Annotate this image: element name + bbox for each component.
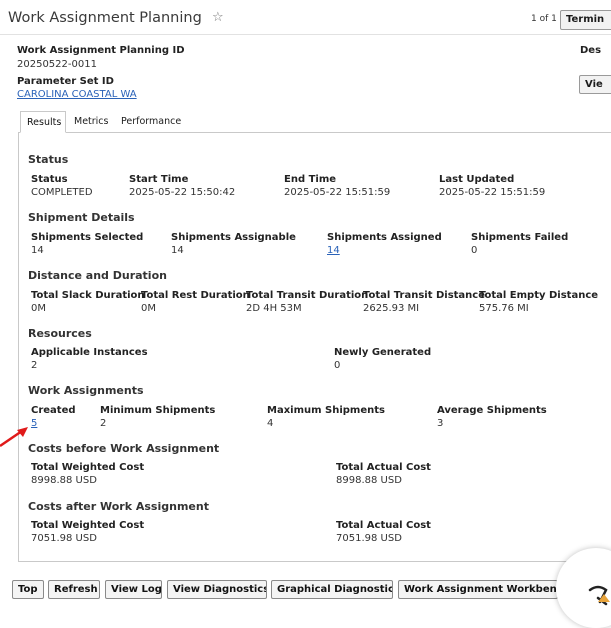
total-transit-duration-label: Total Transit Duration [246,290,369,301]
last-updated-label: Last Updated [439,174,515,185]
before-actual-cost-value: 8998.88 USD [336,475,402,486]
terminate-button[interactable]: Termin [560,10,611,30]
minimum-shipments-value: 2 [100,418,107,429]
after-actual-cost-label: Total Actual Cost [336,520,431,531]
before-weighted-cost-value: 8998.88 USD [31,475,97,486]
shipments-assigned-link[interactable]: 14 [327,245,340,256]
tab-metrics[interactable]: Metrics [74,111,108,133]
applicable-instances-value: 2 [31,360,38,371]
shipments-failed-label: Shipments Failed [471,232,569,243]
total-empty-distance-value: 575.76 MI [479,303,529,314]
resources-heading: Resources [28,327,92,340]
start-time-label: Start Time [129,174,189,185]
page-title: Work Assignment Planning [8,10,202,26]
minimum-shipments-label: Minimum Shipments [100,405,216,416]
end-time-label: End Time [284,174,337,185]
after-weighted-cost-label: Total Weighted Cost [31,520,145,531]
end-time-value: 2025-05-22 15:51:59 [284,187,391,198]
after-actual-cost-value: 7051.98 USD [336,533,402,544]
applicable-instances-label: Applicable Instances [31,347,148,358]
total-rest-duration-value: 0M [141,303,156,314]
tab-results[interactable]: Results [20,111,66,133]
shipment-details-heading: Shipment Details [28,211,135,224]
pager-text: 1 of 1 [531,14,557,24]
description-label: Des [580,45,602,56]
average-shipments-label: Average Shipments [437,405,547,416]
costs-before-heading: Costs before Work Assignment [28,442,220,455]
favorite-star-icon[interactable]: ☆ [212,10,224,25]
header-divider [0,34,611,35]
created-label: Created [31,405,76,416]
start-time-value: 2025-05-22 15:50:42 [129,187,236,198]
status-heading: Status [28,153,69,166]
shipments-failed-value: 0 [471,245,478,256]
wap-id-value: 20250522-0011 [17,59,97,70]
view-diagnostics-button[interactable]: View Diagnostics [167,580,267,599]
shipments-assigned-label: Shipments Assigned [327,232,442,243]
last-updated-value: 2025-05-22 15:51:59 [439,187,546,198]
total-empty-distance-label: Total Empty Distance [479,290,599,301]
view-log-button[interactable]: View Log [105,580,162,599]
before-weighted-cost-label: Total Weighted Cost [31,462,145,473]
tab-performance[interactable]: Performance [121,111,181,133]
shipments-assignable-label: Shipments Assignable [171,232,296,243]
maximum-shipments-label: Maximum Shipments [267,405,385,416]
newly-generated-value: 0 [334,360,341,371]
parameter-set-label: Parameter Set ID [17,76,114,87]
total-transit-duration-value: 2D 4H 53M [246,303,302,314]
maximum-shipments-value: 4 [267,418,274,429]
view-button[interactable]: Vie [579,75,611,94]
assistant-icon [588,585,610,606]
refresh-button[interactable]: Refresh [48,580,100,599]
graphical-diagnostics-button[interactable]: Graphical Diagnostics [271,580,393,599]
total-rest-duration-label: Total Rest Duration [141,290,250,301]
status-value: COMPLETED [31,187,93,198]
shipments-assignable-value: 14 [171,245,184,256]
top-button[interactable]: Top [12,580,44,599]
shipments-selected-label: Shipments Selected [31,232,144,243]
newly-generated-label: Newly Generated [334,347,432,358]
before-actual-cost-label: Total Actual Cost [336,462,431,473]
after-weighted-cost-value: 7051.98 USD [31,533,97,544]
total-slack-duration-label: Total Slack Duration [31,290,145,301]
parameter-set-link[interactable]: CAROLINA COASTAL WA [17,89,137,100]
average-shipments-value: 3 [437,418,444,429]
annotation-arrow-icon [0,427,28,448]
total-slack-duration-value: 0M [31,303,46,314]
work-assignments-heading: Work Assignments [28,384,144,397]
wap-id-label: Work Assignment Planning ID [17,45,185,56]
total-transit-distance-value: 2625.93 MI [363,303,420,314]
distance-duration-heading: Distance and Duration [28,269,167,282]
shipments-selected-value: 14 [31,245,44,256]
status-label: Status [31,174,68,185]
costs-after-heading: Costs after Work Assignment [28,500,209,513]
work-assignment-workbench-button[interactable]: Work Assignment Workbench [398,580,558,599]
total-transit-distance-label: Total Transit Distance [363,290,486,301]
